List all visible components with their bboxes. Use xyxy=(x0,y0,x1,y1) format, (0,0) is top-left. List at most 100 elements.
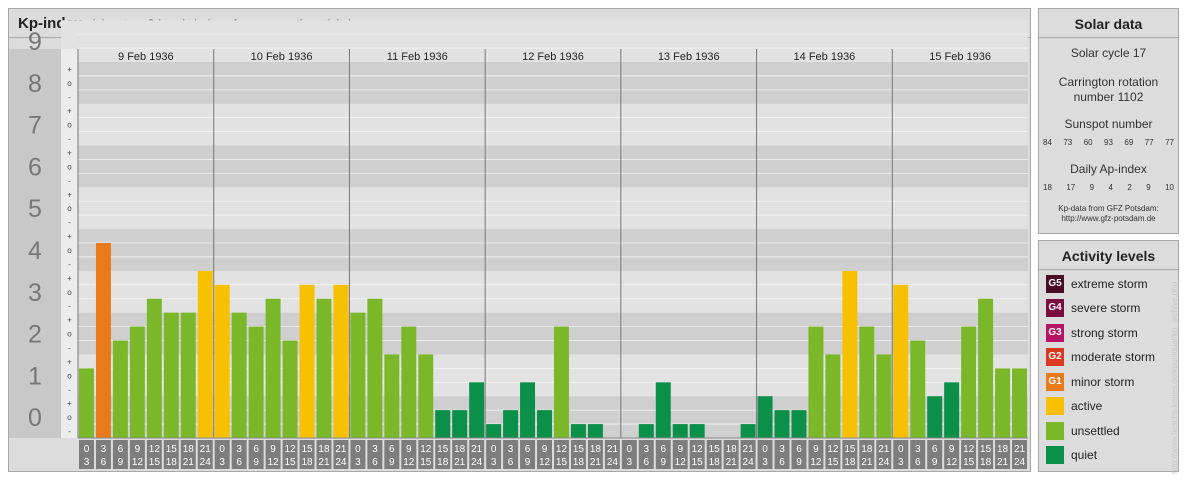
ap-value: 10 xyxy=(1165,183,1174,192)
kp-chart-panel: Kp-index (planetary 3-hourly index of ge… xyxy=(8,8,1031,472)
legend-item-quiet: quiet xyxy=(1046,446,1097,464)
kp-bar xyxy=(112,340,128,438)
subtick-mark: o xyxy=(67,330,72,339)
subtick-mark: + xyxy=(67,65,72,74)
kp-bar xyxy=(554,326,569,438)
subtick-mark: o xyxy=(67,162,72,171)
subtick-mark: + xyxy=(67,357,72,366)
hour-end-label: 12 xyxy=(268,457,280,468)
hour-end-label: 21 xyxy=(183,457,195,468)
hour-end-label: 15 xyxy=(963,457,975,468)
sunspot-value: 69 xyxy=(1124,138,1134,147)
y-tick-label: 2 xyxy=(28,321,42,349)
legend-item-minor-storm: G1 minor storm xyxy=(1046,373,1134,391)
hour-end-label: 18 xyxy=(573,457,585,468)
kp-bar xyxy=(740,424,756,438)
hour-start-label: 9 xyxy=(135,444,141,455)
hour-end-label: 18 xyxy=(301,457,313,468)
ap-value: 4 xyxy=(1108,183,1113,192)
subtick-mark: + xyxy=(67,107,72,116)
hour-end-label: 6 xyxy=(101,457,107,468)
kp-bar xyxy=(893,284,909,438)
kp-bar xyxy=(859,326,875,438)
subtick-mark: - xyxy=(68,302,71,311)
subtick-mark: - xyxy=(68,385,71,394)
activity-levels-title: Activity levels xyxy=(1039,241,1178,270)
legend-label: severe storm xyxy=(1071,301,1141,315)
hour-start-label: 21 xyxy=(1014,444,1026,455)
legend-swatch xyxy=(1046,422,1064,440)
ap-value: 2 xyxy=(1127,183,1132,192)
hour-end-label: 24 xyxy=(1014,457,1026,468)
hour-end-label: 3 xyxy=(627,457,633,468)
hour-start-label: 9 xyxy=(542,444,548,455)
hour-end-label: 3 xyxy=(84,457,90,468)
hour-start-label: 3 xyxy=(779,444,785,455)
data-source-link[interactable]: http://www.gfz-potsdam.de xyxy=(1039,214,1178,224)
hour-end-label: 6 xyxy=(915,457,921,468)
hour-end-label: 18 xyxy=(709,457,721,468)
hour-start-label: 15 xyxy=(301,444,313,455)
sunspot-value: 77 xyxy=(1165,138,1174,147)
hour-end-label: 21 xyxy=(997,457,1009,468)
kp-bar xyxy=(503,410,519,438)
y-tick-label: 3 xyxy=(28,279,42,307)
hour-start-label: 6 xyxy=(932,444,938,455)
kp-bar xyxy=(282,340,298,438)
hour-start-label: 18 xyxy=(590,444,602,455)
hour-start-label: 0 xyxy=(762,444,768,455)
subtick-mark: - xyxy=(68,260,71,269)
kp-bar xyxy=(774,410,790,438)
hour-end-label: 9 xyxy=(660,457,666,468)
day-label: 14 Feb 1936 xyxy=(794,51,856,63)
hour-start-label: 0 xyxy=(355,444,361,455)
legend-swatch: G5 xyxy=(1046,275,1064,293)
hour-end-label: 18 xyxy=(980,457,992,468)
legend-label: strong storm xyxy=(1071,326,1138,340)
subtick-mark: + xyxy=(67,149,72,158)
kp-bar xyxy=(655,382,671,438)
hour-end-label: 24 xyxy=(743,457,755,468)
hour-end-label: 12 xyxy=(403,457,415,468)
kp-bar xyxy=(570,424,586,438)
hour-start-label: 15 xyxy=(573,444,585,455)
kp-bar xyxy=(367,298,383,438)
hour-end-label: 12 xyxy=(810,457,822,468)
hour-start-label: 0 xyxy=(84,444,90,455)
hour-start-label: 12 xyxy=(420,444,432,455)
day-label: 9 Feb 1936 xyxy=(118,51,174,63)
hour-end-label: 6 xyxy=(372,457,378,468)
hour-end-label: 15 xyxy=(149,457,161,468)
hour-start-label: 15 xyxy=(709,444,721,455)
hour-start-label: 6 xyxy=(389,444,395,455)
hour-end-label: 9 xyxy=(118,457,124,468)
hour-end-label: 15 xyxy=(284,457,296,468)
kp-bar xyxy=(316,298,332,438)
legend-swatch: G2 xyxy=(1046,348,1064,366)
subtick-mark: + xyxy=(67,274,72,283)
subtick-mark: - xyxy=(68,135,71,144)
subtick-mark: o xyxy=(67,204,72,213)
hour-start-label: 18 xyxy=(997,444,1009,455)
y-tick-label: 5 xyxy=(28,195,42,223)
hour-start-label: 9 xyxy=(270,444,276,455)
kp-bar xyxy=(587,424,603,438)
hour-end-label: 21 xyxy=(590,457,602,468)
kp-bar xyxy=(672,424,688,438)
legend-item-extreme-storm: G5 extreme storm xyxy=(1046,275,1148,293)
hour-start-label: 15 xyxy=(980,444,992,455)
hour-start-label: 15 xyxy=(166,444,178,455)
hour-start-label: 18 xyxy=(861,444,873,455)
kp-bar xyxy=(384,354,400,438)
hour-start-label: 12 xyxy=(556,444,568,455)
hour-end-label: 9 xyxy=(389,457,395,468)
kp-bar xyxy=(910,340,926,438)
legend-item-active: active xyxy=(1046,397,1102,415)
hour-end-label: 24 xyxy=(200,457,212,468)
hour-start-label: 18 xyxy=(454,444,466,455)
sunspot-values: 84 73 60 93 69 77 77 xyxy=(1043,138,1174,147)
legend-item-moderate-storm: G2 moderate storm xyxy=(1046,348,1155,366)
kp-bar xyxy=(825,354,841,438)
subtick-mark: o xyxy=(67,79,72,88)
legend-label: quiet xyxy=(1071,448,1098,462)
